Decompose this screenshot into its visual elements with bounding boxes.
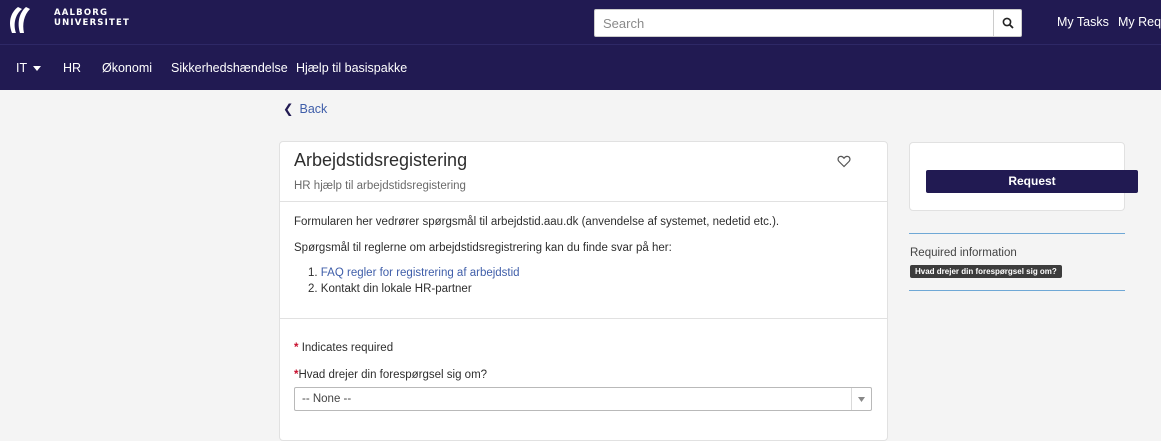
nav-item-it[interactable]: IT bbox=[16, 61, 42, 75]
request-button[interactable]: Request bbox=[926, 170, 1138, 193]
required-marker: * bbox=[294, 342, 299, 354]
required-information-panel: Required information Hvad drejer din for… bbox=[909, 233, 1125, 291]
search-box bbox=[594, 9, 1022, 37]
chevron-left-icon: ❮ bbox=[283, 102, 294, 116]
select-arrow[interactable] bbox=[851, 388, 871, 410]
required-note: * Indicates required bbox=[294, 342, 393, 354]
my-tasks-link[interactable]: My Tasks bbox=[1057, 15, 1109, 29]
logo-line-1: AALBORG bbox=[54, 8, 109, 18]
list-number: 2. bbox=[308, 283, 318, 295]
aau-logo-icon bbox=[10, 7, 30, 33]
description-paragraph-1: Formularen her vedrører spørgsmål til ar… bbox=[294, 216, 780, 228]
question-label-text: Hvad drejer din forespørgsel sig om? bbox=[298, 369, 488, 381]
select-value: -- None -- bbox=[302, 393, 352, 405]
top-header: AALBORG UNIVERSITET My Tasks My Requ bbox=[0, 0, 1161, 44]
chevron-down-icon bbox=[858, 396, 865, 402]
caret-down-icon bbox=[33, 66, 42, 72]
logo-line-2: UNIVERSITET bbox=[54, 18, 130, 28]
divider bbox=[280, 318, 887, 319]
search-button[interactable] bbox=[993, 10, 1021, 36]
nav-item-hr[interactable]: HR bbox=[63, 61, 81, 75]
faq-link[interactable]: FAQ regler for registrering af arbejdsti… bbox=[321, 267, 520, 279]
question-select[interactable]: -- None -- bbox=[294, 387, 872, 411]
nav-item-okonomi[interactable]: Økonomi bbox=[102, 61, 152, 75]
list-item-text: Kontakt din lokale HR-partner bbox=[320, 283, 472, 295]
required-note-text: Indicates required bbox=[301, 342, 394, 354]
nav-item-hjaelp-til-basispakke[interactable]: Hjælp til basispakke bbox=[296, 61, 407, 75]
nav-item-it-label: IT bbox=[16, 61, 28, 75]
page-subtitle: HR hjælp til arbejdstidsregistering bbox=[294, 180, 466, 192]
required-field-tag[interactable]: Hvad drejer din forespørgsel sig om? bbox=[910, 265, 1062, 278]
logo-wordmark: AALBORG UNIVERSITET bbox=[54, 8, 130, 28]
divider bbox=[280, 201, 887, 202]
search-input[interactable] bbox=[595, 10, 995, 36]
main-nav: IT HR Økonomi Sikkerhedshændelse Hjælp t… bbox=[0, 44, 1161, 90]
required-information-label: Required information bbox=[910, 247, 1017, 259]
catalog-item-card: Arbejdstidsregistering HR hjælp til arbe… bbox=[279, 141, 888, 441]
aau-logo[interactable]: AALBORG UNIVERSITET bbox=[6, 5, 129, 37]
question-label: *Hvad drejer din forespørgsel sig om? bbox=[294, 369, 487, 381]
back-link[interactable]: ❮ Back bbox=[283, 101, 327, 116]
request-card: Request bbox=[909, 142, 1138, 211]
description-paragraph-2: Spørgsmål til reglerne om arbejdstidsreg… bbox=[294, 242, 672, 254]
page-title: Arbejdstidsregistering bbox=[294, 150, 468, 170]
nav-item-sikkerhedshaendelse[interactable]: Sikkerhedshændelse bbox=[171, 61, 288, 75]
list-item: 1. FAQ regler for registrering af arbejd… bbox=[308, 265, 520, 281]
my-requests-link[interactable]: My Requ bbox=[1118, 15, 1161, 29]
list-number: 1. bbox=[308, 267, 318, 279]
heart-icon[interactable] bbox=[837, 155, 851, 168]
back-label: Back bbox=[299, 102, 328, 116]
help-list: 1. FAQ regler for registrering af arbejd… bbox=[308, 265, 520, 297]
search-icon bbox=[1002, 17, 1014, 29]
list-item: 2. Kontakt din lokale HR-partner bbox=[308, 281, 520, 297]
